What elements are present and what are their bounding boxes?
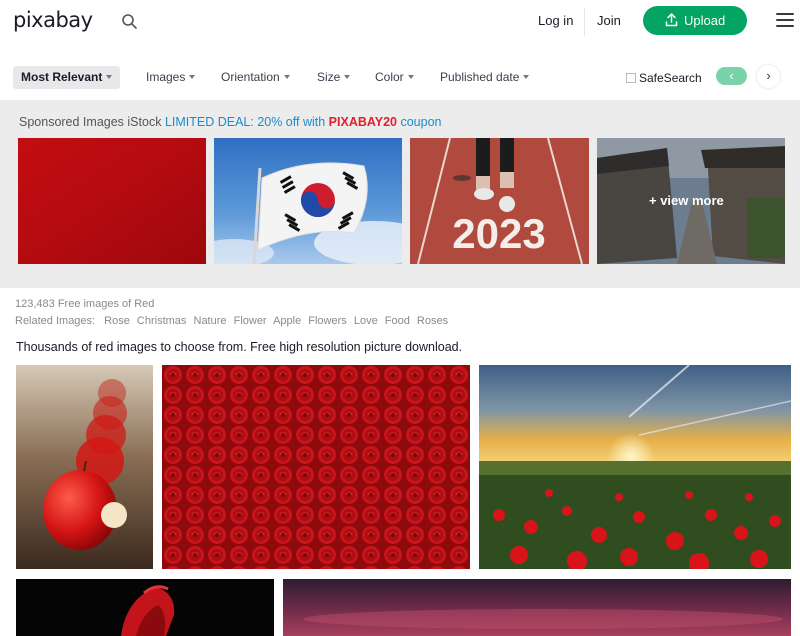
safesearch-checkbox[interactable] <box>626 73 636 83</box>
filter-orientation-label: Orientation <box>221 70 280 84</box>
sponsored-image-village[interactable]: + view more <box>597 138 785 264</box>
sponsored-image-2023-track[interactable]: 2023 <box>410 138 589 264</box>
year-text: 2023 <box>452 210 545 257</box>
chevron-down-icon <box>407 75 414 79</box>
filter-published-date[interactable]: Published date <box>440 66 530 89</box>
sponsored-section: Sponsored Images iStock LIMITED DEAL: 20… <box>0 100 800 288</box>
search-icon[interactable] <box>121 13 138 30</box>
image-tile-purple-sky[interactable] <box>283 579 791 636</box>
top-header: pixabay Log in Join Upload <box>0 0 800 46</box>
safesearch-label: SafeSearch <box>639 71 702 85</box>
upload-button[interactable]: Upload <box>643 6 747 35</box>
chevron-down-icon <box>523 75 530 79</box>
upload-label: Upload <box>684 13 726 28</box>
filter-images-label: Images <box>146 70 186 84</box>
related-tag-rose[interactable]: Rose <box>104 315 130 327</box>
deal-link[interactable]: LIMITED DEAL: 20% off with <box>165 115 325 129</box>
upload-icon <box>665 13 678 27</box>
sort-label: Most Relevant <box>21 70 103 84</box>
related-tag-roses[interactable]: Roses <box>417 315 448 327</box>
coupon-code[interactable]: PIXABAY20 <box>329 115 397 129</box>
filter-bar: Most Relevant Images Orientation Size Co… <box>0 46 800 100</box>
result-count: 123,483 Free images of Red <box>15 298 155 310</box>
chevron-down-icon <box>344 75 351 79</box>
chevron-down-icon <box>106 75 113 79</box>
chevron-down-icon <box>283 75 290 79</box>
sponsored-image-korean-flag[interactable] <box>214 138 402 264</box>
menu-icon[interactable] <box>776 13 794 27</box>
filter-published-date-label: Published date <box>440 70 520 84</box>
scroll-left-button[interactable]: ‹ <box>716 67 747 85</box>
filter-color-label: Color <box>375 70 404 84</box>
image-tile-apples[interactable] <box>16 365 153 569</box>
sponsored-prefix: Sponsored Images iStock <box>19 115 162 129</box>
image-tile-rose-black[interactable] <box>16 579 274 636</box>
filter-color[interactable]: Color <box>375 66 414 89</box>
sort-dropdown[interactable]: Most Relevant <box>13 66 121 89</box>
filter-images[interactable]: Images <box>146 66 196 89</box>
related-label: Related Images: <box>15 315 96 327</box>
header-divider <box>584 8 585 36</box>
sponsored-image-red-fabric[interactable] <box>18 138 206 264</box>
related-tag-love[interactable]: Love <box>354 315 378 327</box>
coupon-suffix[interactable]: coupon <box>400 115 441 129</box>
related-tag-apple[interactable]: Apple <box>273 315 301 327</box>
filter-size-label: Size <box>317 70 341 84</box>
filter-size[interactable]: Size <box>317 66 351 89</box>
safesearch-toggle[interactable]: SafeSearch <box>626 71 702 85</box>
related-tag-nature[interactable]: Nature <box>194 315 227 327</box>
join-link[interactable]: Join <box>597 13 621 28</box>
login-link[interactable]: Log in <box>538 13 573 28</box>
related-tag-food[interactable]: Food <box>385 315 410 327</box>
page-description: Thousands of red images to choose from. … <box>16 340 463 354</box>
pixabay-logo[interactable]: pixabay <box>13 8 93 32</box>
related-images: Related Images: Rose Christmas Nature Fl… <box>15 315 452 327</box>
related-tag-flowers[interactable]: Flowers <box>308 315 347 327</box>
related-tag-christmas[interactable]: Christmas <box>137 315 187 327</box>
related-tag-flower[interactable]: Flower <box>234 315 267 327</box>
scroll-right-button[interactable]: › <box>757 65 780 88</box>
filter-orientation[interactable]: Orientation <box>221 66 290 89</box>
chevron-down-icon <box>189 75 196 79</box>
image-tile-poppy-sunset[interactable] <box>479 365 791 569</box>
image-tile-red-roses[interactable] <box>162 365 470 569</box>
sponsored-banner-text: Sponsored Images iStock LIMITED DEAL: 20… <box>19 115 442 129</box>
view-more-label[interactable]: + view more <box>649 193 724 208</box>
